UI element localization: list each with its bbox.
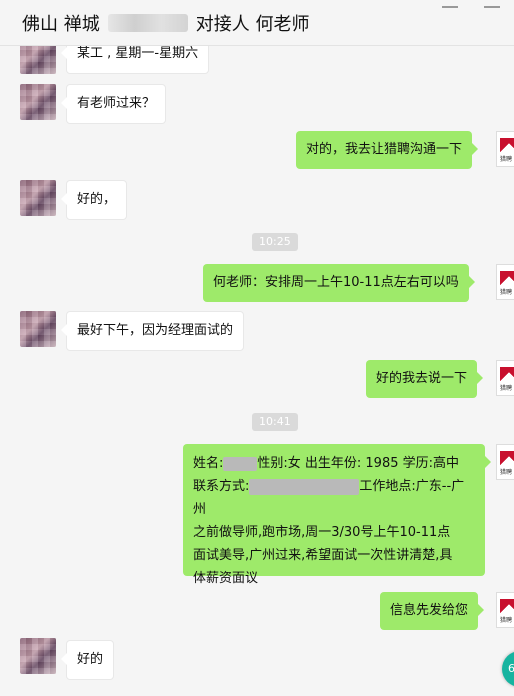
message-text: 信息先发给您 xyxy=(390,603,469,618)
message-line-part: 联系方式: xyxy=(193,479,250,494)
liepin-logo-icon xyxy=(500,451,514,465)
message-bubble-received[interactable]: 好的， xyxy=(60,180,128,220)
message-bubble-sent[interactable]: 何老师：安排周一上午10-11点左右可以吗 xyxy=(203,264,475,302)
company-avatar[interactable]: 猎聘 xyxy=(496,131,514,167)
message-line-part: 性别:女 出生年份: 1985 学历:高中 xyxy=(257,456,460,471)
logo-text: 猎聘 xyxy=(500,156,513,163)
message-text: 某工 , 星期一-星期六 xyxy=(77,46,199,61)
message-text: 最好下午，因为经理面试的 xyxy=(77,323,234,338)
message-text: 好的， xyxy=(77,192,117,207)
company-avatar[interactable]: 猎聘 xyxy=(496,360,514,396)
timestamp: 10:41 xyxy=(252,413,298,431)
message-bubble-received[interactable]: 某工 , 星期一-星期六 xyxy=(60,46,210,74)
message-bubble-received[interactable]: 最好下午，因为经理面试的 xyxy=(60,311,245,351)
liepin-logo-icon xyxy=(500,367,514,381)
message-text: 有老师过来？ xyxy=(77,96,156,111)
liepin-logo-icon xyxy=(500,271,514,285)
more-icon[interactable] xyxy=(484,0,500,8)
logo-text: 猎聘 xyxy=(500,469,513,476)
logo-text: 猎聘 xyxy=(500,385,513,392)
minimize-icon[interactable] xyxy=(442,0,458,8)
company-avatar[interactable]: 猎聘 xyxy=(496,444,514,480)
chat-header: 佛山 禅城 对接人 何老师 xyxy=(0,0,514,46)
message-line: 姓名: 性别:女 出生年份: 1985 学历:高中 xyxy=(193,452,475,475)
contact-avatar[interactable] xyxy=(20,311,56,347)
message-bubble-sent[interactable]: 对的，我去让猎聘沟通一下 xyxy=(296,131,479,169)
redacted-title-segment xyxy=(107,13,188,32)
logo-text: 猎聘 xyxy=(500,617,513,624)
contact-avatar[interactable] xyxy=(20,46,56,74)
message-bubble-sent[interactable]: 好的我去说一下 xyxy=(366,360,484,398)
logo-text: 猎聘 xyxy=(500,289,513,296)
redacted-phone xyxy=(249,478,360,495)
message-list[interactable]: 某工 , 星期一-星期六 有老师过来？ 对的，我去让猎聘沟通一下 猎聘 好的， … xyxy=(0,46,514,696)
message-bubble-sent[interactable]: 信息先发给您 xyxy=(380,592,485,630)
timestamp: 10:25 xyxy=(252,233,298,251)
message-line: 联系方式: 工作地点:广东--广州 xyxy=(193,475,475,521)
message-text: 何老师：安排周一上午10-11点左右可以吗 xyxy=(213,275,459,290)
company-avatar[interactable]: 猎聘 xyxy=(496,264,514,300)
message-text: 好的 xyxy=(77,652,104,667)
liepin-logo-icon xyxy=(500,138,514,152)
message-text: 对的，我去让猎聘沟通一下 xyxy=(306,142,463,157)
liepin-logo-icon xyxy=(500,599,514,613)
contact-avatar[interactable] xyxy=(20,180,56,216)
chat-title-contact: 对接人 何老师 xyxy=(195,13,310,35)
contact-avatar[interactable] xyxy=(20,84,56,120)
chat-title-city: 佛山 禅城 xyxy=(22,13,100,35)
message-text: 好的我去说一下 xyxy=(376,371,468,386)
message-line: 之前做导师,跑市场,周一3/30号上午10-11点 xyxy=(193,525,451,540)
message-line: 面试美导,广州过来,希望面试一次性讲清楚,具 xyxy=(193,548,453,563)
message-bubble-sent[interactable]: 姓名: 性别:女 出生年份: 1985 学历:高中 联系方式: 工作地点:广东--广… xyxy=(183,444,491,586)
redacted-name xyxy=(223,456,258,471)
message-line-part: 姓名: xyxy=(193,456,224,471)
window-controls[interactable] xyxy=(434,0,514,10)
message-bubble-received[interactable]: 好的 xyxy=(60,640,115,680)
contact-avatar[interactable] xyxy=(20,638,56,674)
message-line: 体薪资面议 xyxy=(193,571,259,586)
company-avatar[interactable]: 猎聘 xyxy=(496,592,514,628)
message-bubble-received[interactable]: 有老师过来？ xyxy=(60,84,167,124)
